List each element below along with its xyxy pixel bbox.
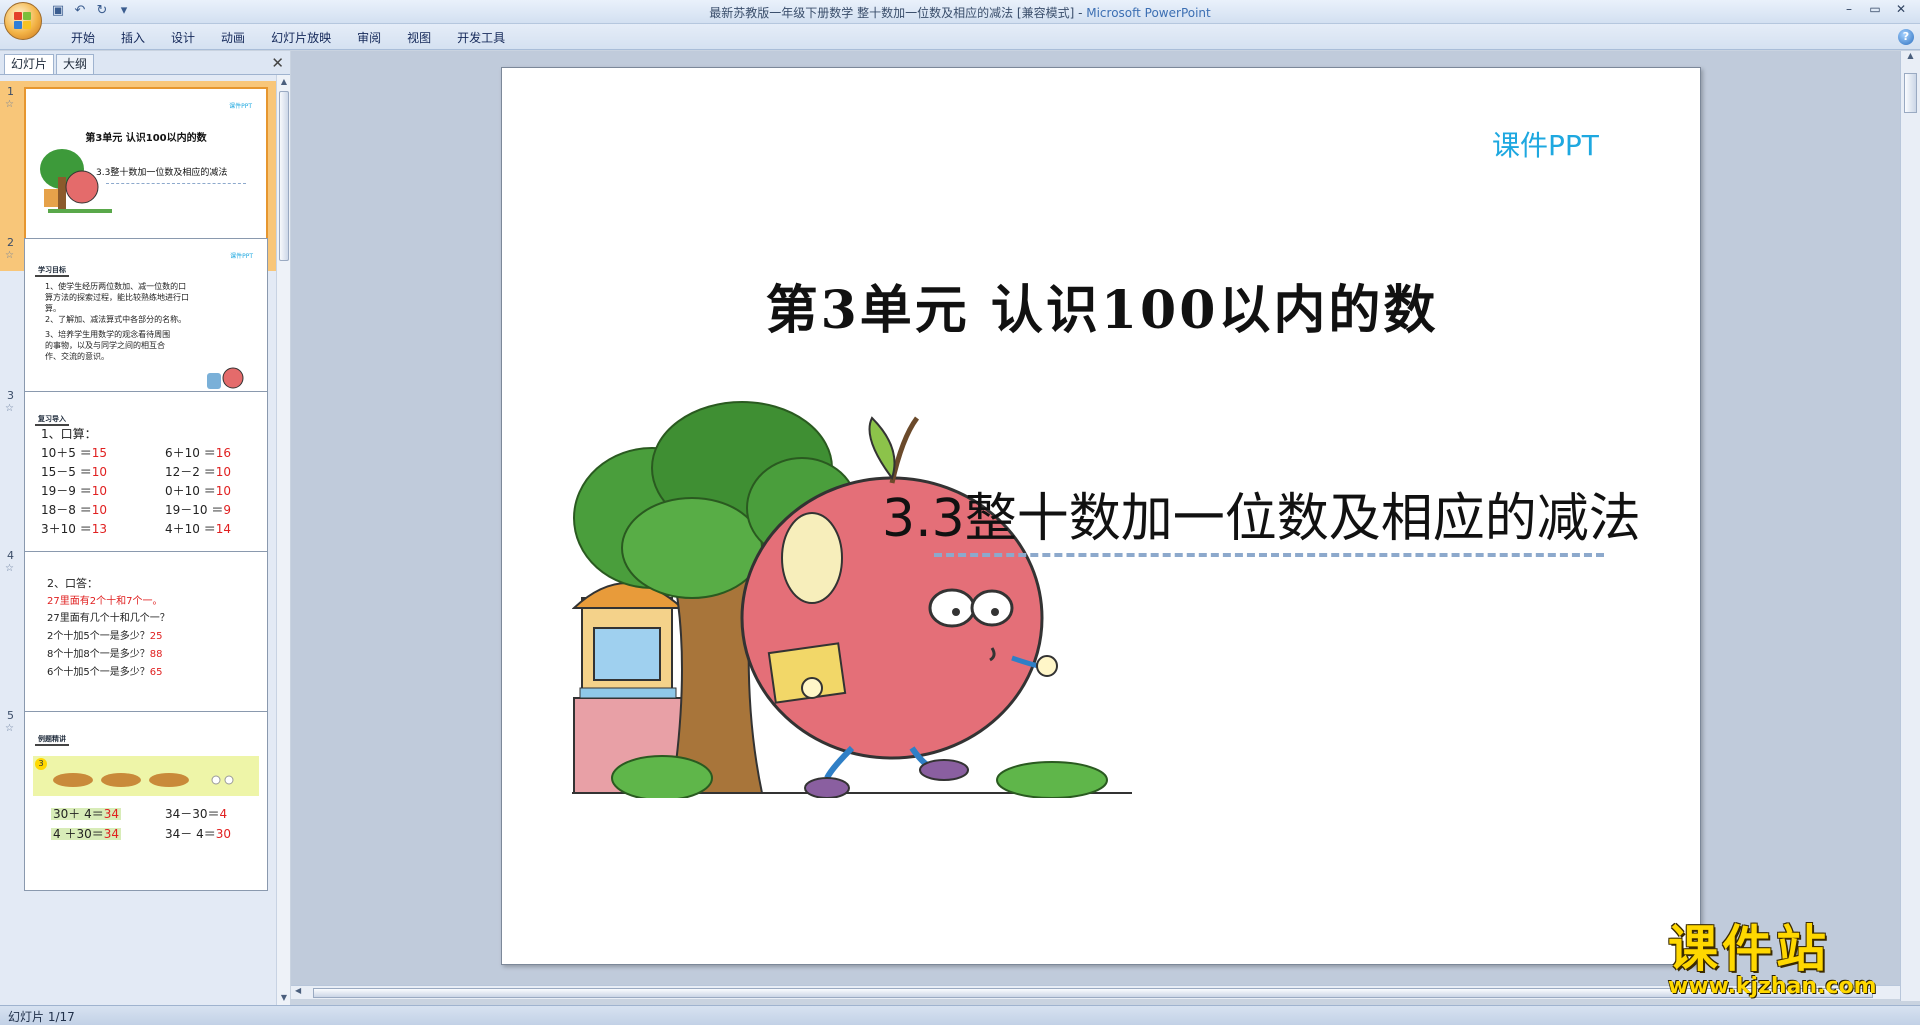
window-controls: – ▭ ✕: [1838, 2, 1912, 18]
egg-baskets-icon: [53, 773, 234, 787]
tab-animation[interactable]: 动画: [208, 29, 258, 47]
tab-review[interactable]: 审阅: [344, 29, 394, 47]
animation-star-icon: ☆: [5, 99, 14, 110]
apple-tree-illustration: [572, 401, 1132, 798]
status-bar: 幻灯片 1/17: [0, 1005, 1920, 1025]
maximize-icon[interactable]: ▭: [1864, 2, 1886, 18]
close-pane-icon[interactable]: ✕: [271, 54, 284, 72]
minimize-icon[interactable]: –: [1838, 2, 1860, 18]
main-slide[interactable]: 课件PPT 第3单元 认识100以内的数 3.3整十数加一位数及相应的减法: [501, 67, 1701, 965]
slide-thumbnail-5[interactable]: 5 ☆ 例题精讲 3 30＋ 4＝34 34－30＝4 4 ＋30＝34 34－…: [0, 705, 276, 895]
tab-slideshow[interactable]: 幻灯片放映: [258, 29, 344, 47]
dash-divider: [934, 553, 1604, 557]
window-title: 最新苏教版一年级下册数学 整十数加一位数及相应的减法 [兼容模式] - Micr…: [709, 6, 1211, 20]
tab-view[interactable]: 视图: [394, 29, 444, 47]
scroll-up-icon[interactable]: ▲: [1901, 51, 1920, 60]
horizontal-scrollbar[interactable]: ◀: [291, 985, 1900, 999]
dash-divider: [106, 183, 246, 184]
document-title: 最新苏教版一年级下册数学 整十数加一位数及相应的减法 [兼容模式]: [709, 6, 1075, 20]
vertical-scrollbar[interactable]: ▲: [1900, 51, 1920, 1001]
slide-counter: 幻灯片 1/17: [8, 1010, 75, 1024]
apple-tree-illustration: [40, 149, 112, 213]
slides-pane: 1 ☆ 课件PPT 第3单元 认识100以内的数 3.3整十数加一位数及相应的减…: [0, 75, 290, 1005]
slide-title[interactable]: 第3单元 认识100以内的数: [502, 268, 1700, 343]
pane-tab-slides[interactable]: 幻灯片: [4, 54, 55, 74]
scroll-down-icon[interactable]: ▼: [277, 991, 291, 1005]
scroll-up-icon[interactable]: ▲: [277, 75, 291, 89]
animation-star-icon: ☆: [5, 403, 14, 414]
thumb-canvas: 例题精讲 3 30＋ 4＝34 34－30＝4 4 ＋30＝34 34－ 4＝3…: [24, 711, 268, 891]
scrollbar-thumb[interactable]: [313, 988, 1873, 998]
office-logo-icon: [14, 12, 32, 30]
tab-design[interactable]: 设计: [158, 29, 208, 47]
thumb-canvas: 复习导入 1、口算： 10＋5 ＝15 15－5 ＝10 19－9 ＝10 18…: [24, 391, 268, 571]
slides-pane-scrollbar[interactable]: ▲ ▼: [276, 75, 290, 1005]
thumb-canvas: 2、口答： 27里面有2个十和7个一。 27里面有几个十和几个一？ 2个十加5个…: [24, 551, 268, 731]
ribbon-tabs: 开始 插入 设计 动画 幻灯片放映 审阅 视图 开发工具: [58, 29, 518, 47]
pane-tabs: 幻灯片 大纲 ✕: [0, 51, 290, 75]
pane-tab-outline[interactable]: 大纲: [56, 54, 95, 74]
help-icon[interactable]: ?: [1898, 29, 1914, 45]
animation-star-icon: ☆: [5, 250, 14, 261]
site-watermark-logo: 课件站 www.kjzhan.com: [1668, 919, 1877, 999]
scroll-left-icon[interactable]: ◀: [295, 986, 301, 995]
animation-star-icon: ☆: [5, 723, 14, 734]
app-name: Microsoft PowerPoint: [1086, 6, 1211, 20]
tab-developer[interactable]: 开发工具: [444, 29, 518, 47]
scrollbar-thumb[interactable]: [279, 91, 289, 261]
ribbon: 开始 插入 设计 动画 幻灯片放映 审阅 视图 开发工具 ?: [0, 24, 1920, 50]
scrollbar-thumb[interactable]: [1904, 73, 1917, 113]
slide-subtitle[interactable]: 3.3整十数加一位数及相应的减法: [882, 476, 1641, 551]
slide-logo-text: 课件PPT: [1492, 129, 1599, 162]
illustration-band: 3: [33, 756, 259, 796]
title-bar: ▣ ↶ ↻ ▾ 最新苏教版一年级下册数学 整十数加一位数及相应的减法 [兼容模式…: [0, 0, 1920, 24]
tab-insert[interactable]: 插入: [108, 29, 158, 47]
tab-home[interactable]: 开始: [58, 29, 108, 47]
office-button[interactable]: [4, 2, 42, 40]
close-icon[interactable]: ✕: [1890, 2, 1912, 18]
animation-star-icon: ☆: [5, 563, 14, 574]
